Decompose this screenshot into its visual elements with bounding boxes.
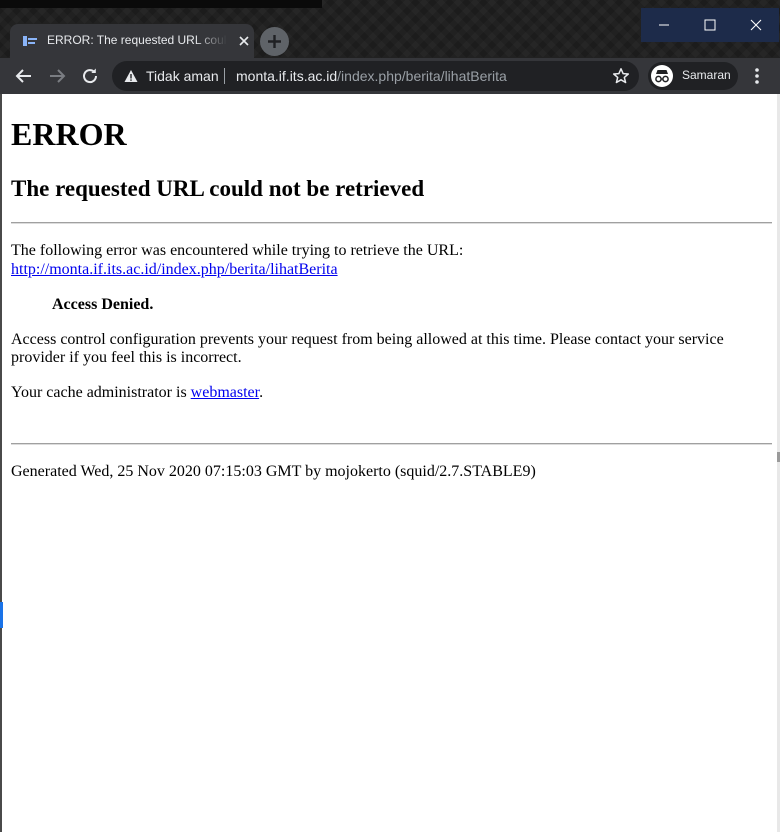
cache-admin-suffix: .: [259, 384, 264, 401]
generated-footer: Generated Wed, 25 Nov 2020 07:15:03 GMT …: [11, 463, 536, 480]
url-text[interactable]: monta.if.its.ac.id/index.php/berita/liha…: [236, 68, 507, 84]
url-path: /index.php/berita/lihatBerita: [337, 68, 507, 84]
error-explanation-line-1: Access control configuration prevents yo…: [11, 331, 724, 348]
left-edge-marker: [0, 602, 3, 628]
reload-icon: [83, 68, 98, 84]
back-button[interactable]: [12, 64, 36, 88]
arrow-left-icon: [15, 69, 31, 83]
title-bar-edge: [0, 0, 322, 8]
url-host: monta.if.its.ac.id: [236, 68, 338, 84]
arrow-right-icon: [50, 69, 66, 83]
browser-title-bar: ERROR: The requested URL could not be re…: [0, 0, 780, 58]
error-intro: The following error was encountered whil…: [11, 242, 464, 259]
divider-bottom: [11, 443, 772, 445]
maximize-button[interactable]: [687, 8, 733, 42]
requested-url-link[interactable]: http://monta.if.its.ac.id/index.php/beri…: [11, 261, 338, 278]
cache-admin-prefix: Your cache administrator is: [11, 384, 191, 401]
page-title: ERROR: [11, 116, 127, 152]
incognito-profile-button[interactable]: Samaran: [648, 62, 738, 90]
incognito-icon: [651, 65, 673, 87]
requested-url-line: http://monta.if.its.ac.id/index.php/beri…: [11, 261, 338, 279]
window-close-button[interactable]: [733, 8, 779, 42]
plus-icon: [268, 35, 281, 48]
warning-icon[interactable]: [124, 69, 138, 83]
page-subtitle: The requested URL could not be retrieved: [11, 176, 425, 201]
minimize-icon: [659, 24, 669, 26]
address-separator: [224, 68, 225, 84]
close-icon: [750, 19, 762, 31]
bookmark-star-icon[interactable]: [612, 67, 630, 85]
browser-toolbar: Tidak aman monta.if.its.ac.id/index.php/…: [0, 58, 780, 94]
cache-admin-line: Your cache administrator is webmaster.: [11, 384, 263, 402]
new-tab-button[interactable]: [260, 27, 289, 56]
address-bar[interactable]: Tidak aman monta.if.its.ac.id/index.php/…: [112, 61, 639, 91]
forward-button[interactable]: [45, 64, 69, 88]
error-explanation-line-2: provider if you feel this is incorrect.: [11, 349, 242, 366]
page-content: ERROR The requested URL could not be ret…: [0, 94, 778, 832]
reload-button[interactable]: [78, 64, 102, 88]
maximize-icon: [704, 19, 716, 31]
divider-top: [11, 222, 772, 224]
error-name: Access Denied.: [52, 296, 154, 313]
tab-active[interactable]: ERROR: The requested URL could not be re…: [10, 24, 254, 58]
tab-title: ERROR: The requested URL could not be re…: [47, 33, 227, 47]
minimize-button[interactable]: [641, 8, 687, 42]
security-status-label[interactable]: Tidak aman: [146, 68, 219, 84]
tab-close-icon[interactable]: [236, 33, 252, 49]
profile-label: Samaran: [682, 68, 731, 82]
more-vert-icon: [755, 68, 759, 84]
browser-menu-button[interactable]: [749, 66, 765, 86]
page-favicon-icon: [22, 34, 38, 48]
webmaster-link[interactable]: webmaster: [191, 384, 259, 401]
